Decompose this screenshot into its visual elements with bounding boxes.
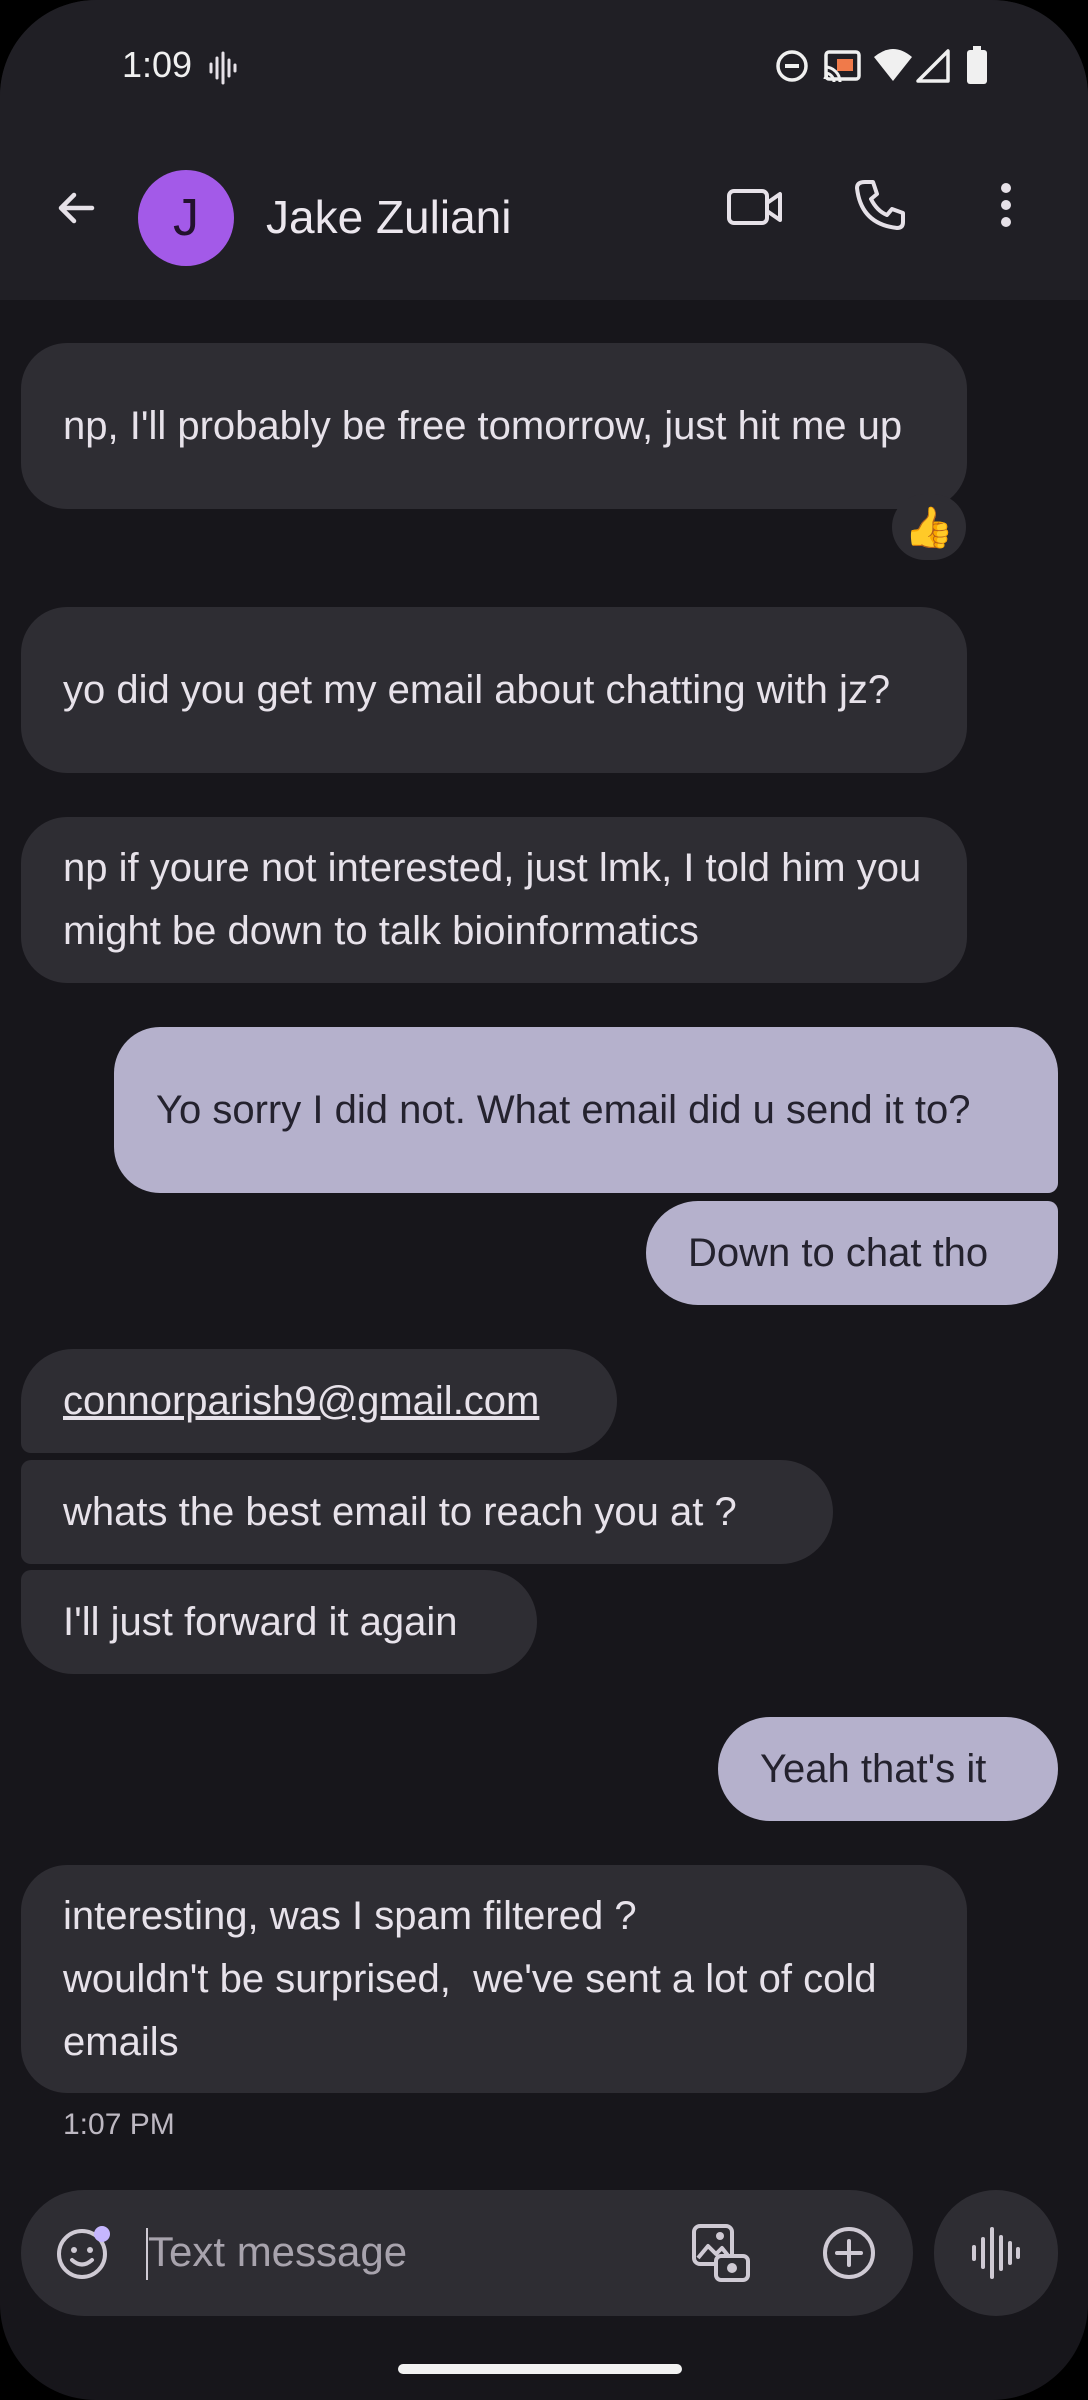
do-not-disturb-icon [774, 48, 810, 84]
message-email-link[interactable]: connorparish9@gmail.com [21, 1349, 617, 1453]
message-bubble-outgoing[interactable]: Yo sorry I did not. What email did u sen… [114, 1027, 1058, 1193]
more-vert-icon[interactable] [982, 172, 1030, 238]
message-bubble-incoming[interactable]: interesting, was I spam filtered ? would… [21, 1865, 967, 2093]
voice-waveform-icon [966, 2222, 1026, 2284]
cast-icon [822, 48, 862, 84]
wifi-icon [872, 46, 914, 84]
status-bar: 1:09 [0, 0, 1088, 140]
gallery-icon[interactable] [688, 2220, 754, 2286]
phone-icon[interactable] [848, 172, 912, 238]
message-bubble-incoming[interactable]: np, I'll probably be free tomorrow, just… [21, 343, 967, 509]
home-indicator[interactable] [398, 2364, 682, 2374]
status-time: 1:09 [122, 44, 193, 85]
screen: 1:09 J Jake Zuliani np, I'll probably be… [0, 0, 1088, 2400]
emoji-icon[interactable] [52, 2222, 114, 2284]
message-bubble-incoming[interactable]: whats the best email to reach you at ? [21, 1460, 833, 1564]
battery-icon [964, 44, 990, 86]
message-bubble-incoming[interactable]: np if youre not interested, just lmk, I … [21, 817, 967, 983]
contact-avatar[interactable]: J [138, 170, 234, 266]
message-bubble-incoming[interactable]: I'll just forward it again [21, 1570, 537, 1674]
message-input[interactable]: Text message [148, 2228, 407, 2276]
contact-name[interactable]: Jake Zuliani [266, 190, 511, 244]
add-circle-icon[interactable] [818, 2222, 880, 2284]
cell-signal-icon [914, 48, 952, 84]
message-timestamp: 1:07 PM [63, 2108, 175, 2141]
reaction-thumbs-up[interactable]: 👍 [892, 494, 966, 560]
message-bubble-outgoing[interactable]: Yeah that's it [718, 1717, 1058, 1821]
arrow-back-icon[interactable] [44, 176, 108, 240]
video-call-icon[interactable] [722, 174, 788, 240]
message-bubble-outgoing[interactable]: Down to chat tho [646, 1201, 1058, 1305]
message-bubble-incoming[interactable]: yo did you get my email about chatting w… [21, 607, 967, 773]
audio-wave-icon [208, 48, 238, 88]
